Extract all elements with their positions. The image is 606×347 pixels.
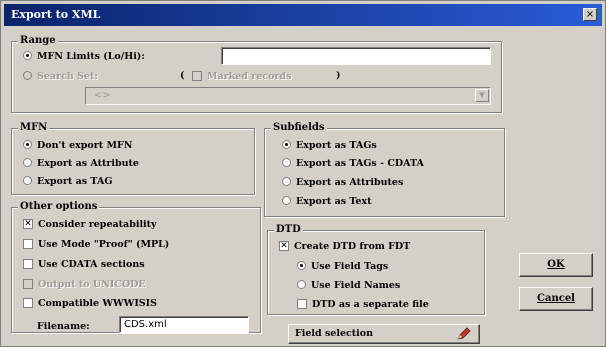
compatible-wwwisis-checkbox[interactable]: Compatible WWWISIS: [23, 297, 157, 310]
checkbox-empty-icon: [23, 297, 33, 308]
use-mode-proof-checkbox[interactable]: Use Mode "Proof" (MPL): [23, 238, 170, 251]
checkbox-label: Create DTD from FDT: [294, 241, 411, 252]
filename-label: Filename:: [37, 321, 90, 332]
dtd-use-field-names-option[interactable]: Use Field Names: [297, 280, 400, 292]
radio-selected-icon: [297, 261, 306, 270]
use-cdata-sections-checkbox[interactable]: Use CDATA sections: [23, 258, 145, 271]
mfn-option-label: Don't export MFN: [37, 140, 133, 151]
mfn-option-dont-export[interactable]: Don't export MFN: [23, 140, 132, 152]
checkbox-empty-icon: [23, 278, 33, 289]
marked-records-label: Marked records: [207, 71, 292, 82]
subfields-option-text[interactable]: Export as Text: [282, 196, 371, 208]
subfields-option-tags-cdata[interactable]: Export as TAGs - CDATA: [282, 158, 424, 170]
mfn-option-attribute[interactable]: Export as Attribute: [23, 158, 139, 170]
checkbox-label: DTD as a separate file: [312, 299, 429, 310]
search-set-option[interactable]: Search Set:: [23, 71, 98, 83]
ok-button[interactable]: OK: [519, 253, 593, 277]
dtd-group-label: DTD: [274, 224, 303, 235]
subfields-option-label: Export as TAGs: [296, 140, 377, 151]
mfn-limits-label: MFN Limits (Lo/Hi):: [37, 51, 145, 62]
mfn-option-tag[interactable]: Export as TAG: [23, 176, 112, 188]
radio-empty-icon: [282, 196, 291, 205]
radio-empty-icon: [23, 176, 32, 185]
mfn-option-label: Export as Attribute: [37, 158, 139, 169]
field-selection-button[interactable]: Field selection: [288, 324, 480, 344]
radio-empty-icon: [23, 158, 32, 167]
other-options-group-label: Other options: [18, 201, 100, 212]
field-selection-label: Field selection: [295, 328, 374, 339]
radio-empty-icon: [297, 280, 306, 289]
checkbox-label: Consider repeatability: [38, 219, 157, 230]
dtd-option-label: Use Field Tags: [311, 261, 389, 272]
consider-repeatability-checkbox[interactable]: ✕ Consider repeatability: [23, 218, 157, 231]
checkbox-label: Use Mode "Proof" (MPL): [38, 239, 170, 250]
checkbox-label: Output to UNICODE: [38, 279, 146, 290]
radio-selected-icon: [23, 140, 32, 149]
checkbox-empty-icon: [297, 298, 307, 309]
radio-empty-icon: [282, 177, 291, 186]
ok-button-label: OK: [547, 259, 565, 270]
range-group-label: Range: [18, 35, 58, 46]
subfields-option-label: Export as TAGs - CDATA: [296, 158, 424, 169]
paren-open: (: [180, 70, 185, 81]
mfn-limits-input[interactable]: [221, 47, 491, 65]
cancel-button[interactable]: Cancel: [519, 287, 593, 311]
mfn-group-label: MFN: [18, 122, 50, 133]
radio-selected-icon: [23, 51, 32, 60]
subfields-option-label: Export as Attributes: [296, 177, 404, 188]
search-set-combo-value: <>: [94, 90, 111, 101]
radio-selected-icon: [282, 140, 291, 149]
subfields-option-attributes[interactable]: Export as Attributes: [282, 177, 403, 189]
title-bar[interactable]: Export to XML ×: [4, 4, 602, 26]
window-title: Export to XML: [11, 8, 101, 21]
checkbox-checked-icon: ✕: [23, 218, 33, 229]
close-icon: ×: [585, 9, 595, 20]
radio-empty-icon: [23, 71, 32, 80]
search-set-combo[interactable]: <> ▼: [85, 87, 491, 105]
subfields-option-tags[interactable]: Export as TAGs: [282, 140, 377, 152]
create-dtd-checkbox[interactable]: ✕ Create DTD from FDT: [279, 240, 411, 253]
cancel-button-label: Cancel: [537, 293, 575, 304]
dtd-use-field-tags-option[interactable]: Use Field Tags: [297, 261, 388, 273]
checkbox-label: Use CDATA sections: [38, 259, 145, 270]
search-set-label: Search Set:: [37, 71, 98, 82]
mfn-limits-option[interactable]: MFN Limits (Lo/Hi):: [23, 51, 145, 63]
subfields-group-label: Subfields: [271, 122, 327, 133]
output-unicode-checkbox[interactable]: Output to UNICODE: [23, 278, 146, 291]
export-to-xml-dialog: Export to XML × Range MFN Limits (Lo/Hi)…: [0, 0, 606, 347]
checkbox-empty-icon: [192, 70, 202, 81]
filename-input[interactable]: [119, 316, 249, 333]
mfn-option-label: Export as TAG: [37, 176, 113, 187]
checkbox-empty-icon: [23, 238, 33, 249]
paren-close: ): [336, 70, 341, 81]
pencil-icon: [457, 327, 471, 340]
chevron-down-icon[interactable]: ▼: [475, 89, 489, 102]
checkbox-label: Compatible WWWISIS: [38, 298, 157, 309]
radio-empty-icon: [282, 158, 291, 167]
checkbox-empty-icon: [23, 258, 33, 269]
dtd-option-label: Use Field Names: [311, 280, 401, 291]
checkbox-checked-icon: ✕: [279, 240, 289, 251]
dtd-separate-file-checkbox[interactable]: DTD as a separate file: [297, 298, 429, 311]
subfields-option-label: Export as Text: [296, 196, 372, 207]
marked-records-option[interactable]: Marked records: [192, 70, 292, 83]
close-button[interactable]: ×: [583, 8, 597, 21]
